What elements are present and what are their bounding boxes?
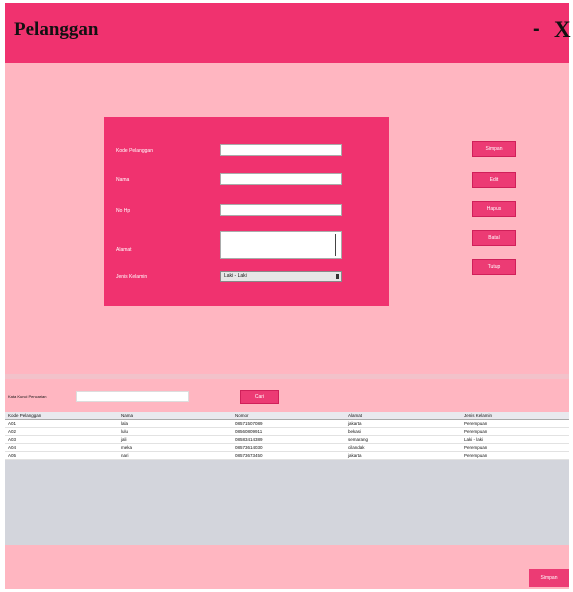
baru-button[interactable]: Simpan	[472, 141, 516, 157]
title-bar: Pelanggan - X	[5, 3, 571, 63]
alamat-label: Alamat	[116, 247, 132, 253]
table-cell: jakarta	[348, 453, 362, 458]
dropdown-arrow-icon[interactable]	[336, 274, 339, 279]
table-cell: 08571507089	[235, 421, 263, 426]
jenis-kelamin-select[interactable]: Laki - Laki	[220, 271, 342, 282]
table-cell: Perempuan	[464, 445, 488, 450]
table-cell: cilandak	[348, 445, 365, 450]
table-cell: 08573673450	[235, 453, 263, 458]
table-cell: A04	[8, 445, 17, 450]
table-cell: A01	[8, 421, 17, 426]
kode-pelanggan-input[interactable]	[220, 144, 342, 156]
jenis-kelamin-label: Jenis Kelamin	[116, 274, 148, 280]
table-cell: lala	[121, 421, 129, 426]
jenis-kelamin-value: Laki - Laki	[224, 273, 247, 279]
kode-pelanggan-label: Kode Pelanggan	[116, 148, 153, 154]
table-cell: Perempuan	[464, 453, 488, 458]
close-icon[interactable]: X	[554, 17, 571, 43]
table-row[interactable]: A03 jali 08583414389 semarang Laki - lak…	[5, 436, 569, 444]
table-cell: 08573614030	[235, 445, 263, 450]
simpan-button[interactable]: Simpan	[529, 569, 569, 587]
table-cell: 08560809911	[235, 429, 263, 434]
column-header[interactable]: Jenis Kelamin	[464, 413, 492, 418]
no-hp-input[interactable]	[220, 204, 342, 216]
search-input[interactable]	[76, 391, 189, 402]
tutup-button[interactable]: Tutup	[472, 259, 516, 275]
edit-button[interactable]: Edit	[472, 172, 516, 188]
column-header[interactable]: Kode Pelanggan	[8, 413, 41, 418]
table-row[interactable]: A05 nari 08573673450 jakarta Perempuan	[5, 452, 569, 460]
table-cell: Perempuan	[464, 429, 488, 434]
column-header[interactable]: Alamat	[348, 413, 362, 418]
table-cell: A02	[8, 429, 17, 434]
table-cell: A05	[8, 453, 17, 458]
table-cell: nari	[121, 453, 129, 458]
window-title: Pelanggan	[14, 19, 99, 40]
table-row[interactable]: A04 meka 08573614030 cilandak Perempuan	[5, 444, 569, 452]
table-cell: semarang	[348, 437, 369, 442]
section-divider	[5, 374, 569, 379]
table-cell: 08583414389	[235, 437, 263, 442]
minimize-icon[interactable]: -	[533, 18, 540, 41]
table-row[interactable]: A01 lala 08571507089 jakarta Perempuan	[5, 420, 569, 428]
nama-label: Nama	[116, 177, 130, 183]
table-cell: A03	[8, 437, 17, 442]
hapus-button[interactable]: Hapus	[472, 201, 516, 217]
scrollbar[interactable]	[335, 234, 340, 256]
cari-button[interactable]: Cari	[240, 390, 279, 404]
table-cell: meka	[121, 445, 133, 450]
table-cell: lulu	[121, 429, 129, 434]
table-row[interactable]: A02 lulu 08560809911 bekasi Perempuan	[5, 428, 569, 436]
batal-button[interactable]: Batal	[472, 230, 516, 246]
customer-form-panel: Kode Pelanggan Nama No Hp Alamat Jenis K…	[104, 117, 389, 306]
table-cell: bekasi	[348, 429, 362, 434]
table-cell: jali	[121, 437, 127, 442]
table-cell: jakarta	[348, 421, 362, 426]
table-header: Kode Pelanggan Nama Nomor Alamat Jenis K…	[5, 412, 569, 420]
table-cell: Laki - laki	[464, 437, 484, 442]
table-cell: Perempuan	[464, 421, 488, 426]
no-hp-label: No Hp	[116, 208, 131, 214]
customer-table[interactable]: Kode Pelanggan Nama Nomor Alamat Jenis K…	[5, 412, 569, 545]
pelanggan-window: Pelanggan - X Kode Pelanggan Nama No Hp …	[5, 3, 571, 589]
alamat-textarea[interactable]	[220, 231, 342, 259]
nama-input[interactable]	[220, 173, 342, 185]
column-header[interactable]: Nomor	[235, 413, 249, 418]
search-label: Kata Kunci Pencarian	[8, 394, 47, 399]
column-header[interactable]: Nama	[121, 413, 133, 418]
